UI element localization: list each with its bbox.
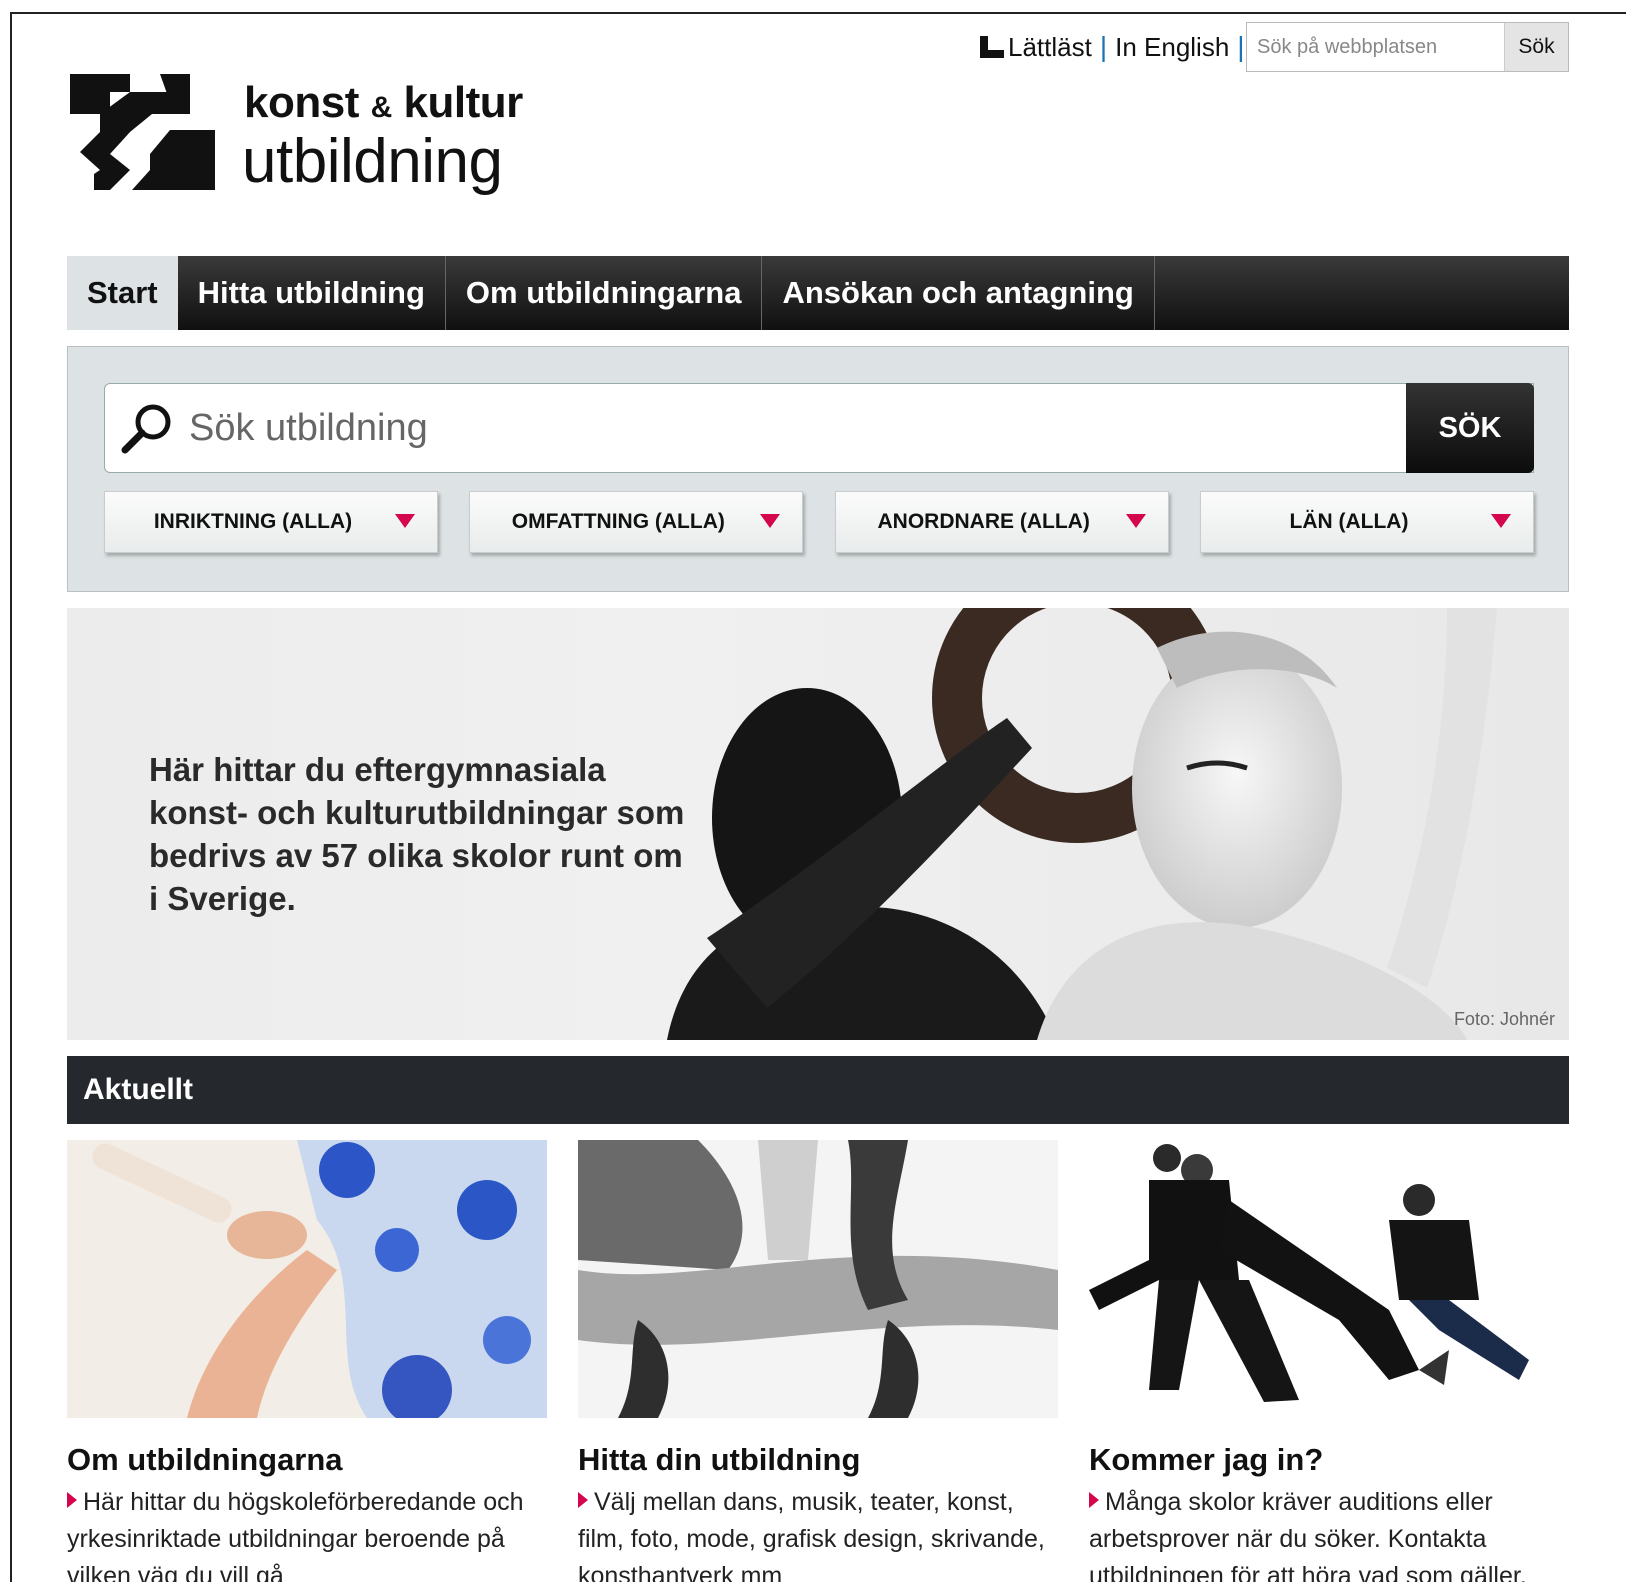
- site-search-input[interactable]: Sök på webbplatsen: [1247, 23, 1504, 71]
- site-logo[interactable]: konst & kultur utbildning: [70, 74, 550, 196]
- search-icon: [119, 398, 179, 458]
- dropdown-arrow-icon: [395, 514, 415, 528]
- main-nav: Start Hitta utbildning Om utbildningarna…: [67, 256, 1569, 330]
- easy-read-icon: [978, 34, 1004, 60]
- utility-links: Lättläst | In English |: [978, 22, 1253, 72]
- bullet-arrow-icon: [1089, 1492, 1099, 1508]
- bullet-arrow-icon: [578, 1492, 588, 1508]
- card-title[interactable]: Kommer jag in?: [1089, 1442, 1569, 1478]
- card-text: Välj mellan dans, musik, teater, konst, …: [578, 1488, 1045, 1582]
- tab-om-utbildningarna[interactable]: Om utbildningarna: [446, 256, 763, 330]
- bullet-arrow-icon: [67, 1492, 77, 1508]
- card-image[interactable]: [578, 1140, 1058, 1418]
- filter-omfattning[interactable]: OMFATTNING (ALLA): [469, 491, 804, 553]
- logo-mark-icon: [70, 74, 215, 190]
- easy-read-link[interactable]: Lättläst: [1008, 32, 1092, 63]
- card-title[interactable]: Hitta din utbildning: [578, 1442, 1058, 1478]
- dropdown-arrow-icon: [1490, 514, 1511, 528]
- filter-lan[interactable]: LÄN (ALLA): [1199, 491, 1534, 553]
- tab-ansokan-och-antagning[interactable]: Ansökan och antagning: [762, 256, 1155, 330]
- filter-row: INRIKTNING (ALLA) OMFATTNING (ALLA) ANOR…: [104, 491, 1534, 553]
- filter-label: ANORDNARE (ALLA): [877, 510, 1090, 533]
- card-image[interactable]: [67, 1140, 547, 1418]
- hero-banner: Här hittar du eftergymnasiala konst- och…: [67, 608, 1569, 1040]
- section-header-aktuellt: Aktuellt: [67, 1056, 1569, 1124]
- education-search-button[interactable]: SÖK: [1406, 383, 1534, 473]
- separator: |: [1237, 31, 1245, 62]
- hero-text: Här hittar du eftergymnasiala konst- och…: [149, 751, 685, 917]
- news-card[interactable]: Kommer jag in? Många skolor kräver audit…: [1089, 1140, 1569, 1582]
- dropdown-arrow-icon: [1125, 514, 1146, 528]
- site-search-button[interactable]: Sök: [1504, 23, 1568, 71]
- filter-label: LÄN (ALLA): [1289, 510, 1409, 533]
- card-image[interactable]: [1089, 1140, 1569, 1418]
- filter-label: INRIKTNING (ALLA): [153, 510, 353, 533]
- filter-inriktning[interactable]: INRIKTNING (ALLA): [104, 491, 438, 553]
- filter-label: OMFATTNING (ALLA): [511, 510, 725, 533]
- card-text: Här hittar du högskoleförberedande och y…: [67, 1488, 524, 1582]
- card-title[interactable]: Om utbildningarna: [67, 1442, 547, 1478]
- english-link[interactable]: In English: [1115, 32, 1229, 63]
- education-search-field[interactable]: Sök utbildning SÖK: [104, 383, 1534, 473]
- tab-hitta-utbildning[interactable]: Hitta utbildning: [178, 256, 446, 330]
- card-text: Många skolor kräver auditions eller arbe…: [1089, 1488, 1527, 1582]
- logo-line-1: konst & kultur: [244, 78, 523, 127]
- photo-credit: Foto: Johnér: [1453, 1009, 1555, 1029]
- separator: |: [1099, 31, 1108, 62]
- news-card[interactable]: Hitta din utbildning Välj mellan dans, m…: [578, 1140, 1058, 1582]
- dropdown-arrow-icon: [760, 514, 781, 528]
- logo-line-2: utbildning: [242, 127, 503, 196]
- site-search: Sök på webbplatsen Sök: [1246, 22, 1569, 72]
- filter-anordnare[interactable]: ANORDNARE (ALLA): [834, 491, 1169, 553]
- education-search-input[interactable]: Sök utbildning: [189, 407, 428, 450]
- tab-start[interactable]: Start: [67, 256, 178, 330]
- education-search-panel: Sök utbildning SÖK INRIKTNING (ALLA) OMF…: [67, 346, 1569, 592]
- news-card[interactable]: Om utbildningarna Här hittar du högskole…: [67, 1140, 547, 1582]
